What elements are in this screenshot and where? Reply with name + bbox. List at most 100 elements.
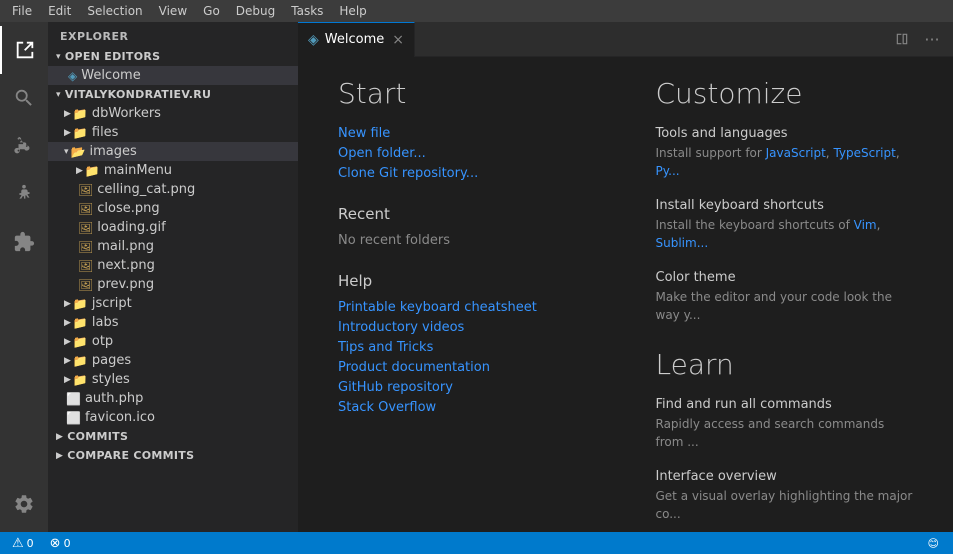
folder-styles[interactable]: ▶ 📁 styles bbox=[48, 370, 298, 389]
github-repository-link[interactable]: GitHub repository bbox=[338, 380, 596, 395]
menu-view[interactable]: View bbox=[151, 0, 195, 22]
file-close[interactable]: 🖼 close.png bbox=[48, 199, 298, 218]
file-celling-cat-label: celling_cat.png bbox=[97, 182, 195, 197]
folder-otp[interactable]: ▶ 📁 otp bbox=[48, 332, 298, 351]
file-auth[interactable]: ⬜ auth.php bbox=[48, 389, 298, 408]
keyboard-shortcuts-item: Install keyboard shortcuts Install the k… bbox=[656, 198, 914, 252]
start-heading: Start bbox=[338, 77, 596, 110]
menu-debug[interactable]: Debug bbox=[228, 0, 283, 22]
search-activity-icon[interactable] bbox=[0, 74, 48, 122]
tab-close-button[interactable]: × bbox=[392, 33, 404, 47]
settings-activity-icon[interactable] bbox=[0, 480, 48, 528]
open-editors-header[interactable]: ▾ Open Editors bbox=[48, 47, 298, 66]
chevron-icon: ▶ bbox=[64, 318, 71, 328]
folder-images-label: images bbox=[89, 144, 136, 159]
tab-bar-actions: ··· bbox=[889, 26, 953, 52]
file-mail-label: mail.png bbox=[97, 239, 154, 254]
compare-commits-chevron: ▶ bbox=[56, 451, 63, 461]
menu-selection[interactable]: Selection bbox=[79, 0, 150, 22]
learn-heading: Learn bbox=[656, 348, 914, 381]
source-control-activity-icon[interactable] bbox=[0, 122, 48, 170]
folder-jscript[interactable]: ▶ 📁 jscript bbox=[48, 294, 298, 313]
commits-header[interactable]: ▶ Commits bbox=[48, 427, 298, 446]
file-favicon[interactable]: ⬜ favicon.ico bbox=[48, 408, 298, 427]
file-auth-label: auth.php bbox=[85, 391, 143, 406]
debug-activity-icon[interactable] bbox=[0, 170, 48, 218]
explorer-activity-icon[interactable] bbox=[0, 26, 48, 74]
project-chevron: ▾ bbox=[56, 90, 61, 100]
folder-files[interactable]: ▶ 📁 files bbox=[48, 123, 298, 142]
chevron-icon: ▶ bbox=[64, 375, 71, 385]
menu-file[interactable]: File bbox=[4, 0, 40, 22]
tips-tricks-link[interactable]: Tips and Tricks bbox=[338, 340, 596, 355]
tab-vscode-icon: ◈ bbox=[308, 32, 319, 48]
interface-overview-desc: Get a visual overlay highlighting the ma… bbox=[656, 487, 914, 523]
folder-otp-label: otp bbox=[92, 334, 113, 349]
tab-welcome[interactable]: ◈ Welcome × bbox=[298, 22, 415, 57]
menu-go[interactable]: Go bbox=[195, 0, 228, 22]
tools-languages-title: Tools and languages bbox=[656, 126, 914, 141]
file-next-label: next.png bbox=[97, 258, 155, 273]
file-prev[interactable]: 🖼 prev.png bbox=[48, 275, 298, 294]
printable-keyboard-link[interactable]: Printable keyboard cheatsheet bbox=[338, 300, 596, 315]
typescript-link[interactable]: TypeScript bbox=[833, 146, 895, 160]
file-loading[interactable]: 🖼 loading.gif bbox=[48, 218, 298, 237]
compare-commits-header[interactable]: ▶ Compare Commits bbox=[48, 446, 298, 465]
menu-tasks[interactable]: Tasks bbox=[283, 0, 331, 22]
open-editor-welcome[interactable]: ◈ Welcome bbox=[48, 66, 298, 85]
chevron-icon: ▶ bbox=[64, 109, 71, 119]
warning-count: 0 bbox=[27, 537, 34, 550]
editor-area: ◈ Welcome × ··· Start New file bbox=[298, 22, 953, 532]
project-header[interactable]: ▾ VITALYKONDRATIEV.RU bbox=[48, 85, 298, 104]
product-documentation-link[interactable]: Product documentation bbox=[338, 360, 596, 375]
folder-mainMenu[interactable]: ▶ 📁 mainMenu bbox=[48, 161, 298, 180]
file-close-label: close.png bbox=[97, 201, 159, 216]
python-link[interactable]: Py... bbox=[656, 164, 680, 178]
status-warnings[interactable]: ⚠ 0 bbox=[8, 536, 38, 551]
find-commands-title: Find and run all commands bbox=[656, 397, 914, 412]
image-file-icon: 🖼 bbox=[78, 240, 93, 254]
vim-link[interactable]: Vim bbox=[854, 218, 877, 232]
introductory-videos-link[interactable]: Introductory videos bbox=[338, 320, 596, 335]
interface-overview-title: Interface overview bbox=[656, 469, 914, 484]
welcome-panel: Start New file Open folder... Clone Git … bbox=[298, 57, 953, 532]
file-mail[interactable]: 🖼 mail.png bbox=[48, 237, 298, 256]
feedback-button[interactable]: 😊 bbox=[924, 537, 945, 550]
tools-languages-desc: Install support for JavaScript, TypeScri… bbox=[656, 144, 914, 180]
status-bar-left: ⚠ 0 ⊗ 0 bbox=[8, 536, 75, 551]
status-errors[interactable]: ⊗ 0 bbox=[46, 536, 75, 551]
clone-git-link[interactable]: Clone Git repository... bbox=[338, 166, 596, 181]
commits-label: Commits bbox=[67, 430, 128, 443]
find-commands-item: Find and run all commands Rapidly access… bbox=[656, 397, 914, 451]
new-file-link[interactable]: New file bbox=[338, 126, 596, 141]
menu-help[interactable]: Help bbox=[331, 0, 374, 22]
tools-languages-item: Tools and languages Install support for … bbox=[656, 126, 914, 180]
color-theme-item: Color theme Make the editor and your cod… bbox=[656, 270, 914, 324]
split-editor-button[interactable] bbox=[889, 26, 915, 52]
image-file-icon: 🖼 bbox=[78, 202, 93, 216]
stack-overflow-link[interactable]: Stack Overflow bbox=[338, 400, 596, 415]
color-theme-title: Color theme bbox=[656, 270, 914, 285]
javascript-link[interactable]: JavaScript bbox=[766, 146, 826, 160]
sublime-link[interactable]: Sublim... bbox=[656, 236, 709, 250]
folder-pages[interactable]: ▶ 📁 pages bbox=[48, 351, 298, 370]
welcome-left-column: Start New file Open folder... Clone Git … bbox=[338, 77, 596, 532]
status-bar-right: 😊 bbox=[924, 537, 945, 550]
recent-section: Recent No recent folders bbox=[338, 205, 596, 248]
file-next[interactable]: 🖼 next.png bbox=[48, 256, 298, 275]
menubar: File Edit Selection View Go Debug Tasks … bbox=[0, 0, 953, 22]
image-file-icon: 🖼 bbox=[78, 183, 93, 197]
color-theme-desc-text: Make the editor and your code look the w… bbox=[656, 290, 892, 322]
open-folder-link[interactable]: Open folder... bbox=[338, 146, 596, 161]
extensions-activity-icon[interactable] bbox=[0, 218, 48, 266]
folder-dbWorkers[interactable]: ▶ 📁 dbWorkers bbox=[48, 104, 298, 123]
more-actions-button[interactable]: ··· bbox=[919, 26, 945, 52]
menu-edit[interactable]: Edit bbox=[40, 0, 79, 22]
folder-labs[interactable]: ▶ 📁 labs bbox=[48, 313, 298, 332]
error-icon: ⊗ bbox=[50, 536, 61, 551]
ico-file-icon: ⬜ bbox=[66, 411, 81, 425]
compare-commits-label: Compare Commits bbox=[67, 449, 194, 462]
folder-icon: 📁 bbox=[73, 297, 88, 311]
file-celling_cat[interactable]: 🖼 celling_cat.png bbox=[48, 180, 298, 199]
folder-images[interactable]: ▾ 📂 images bbox=[48, 142, 298, 161]
